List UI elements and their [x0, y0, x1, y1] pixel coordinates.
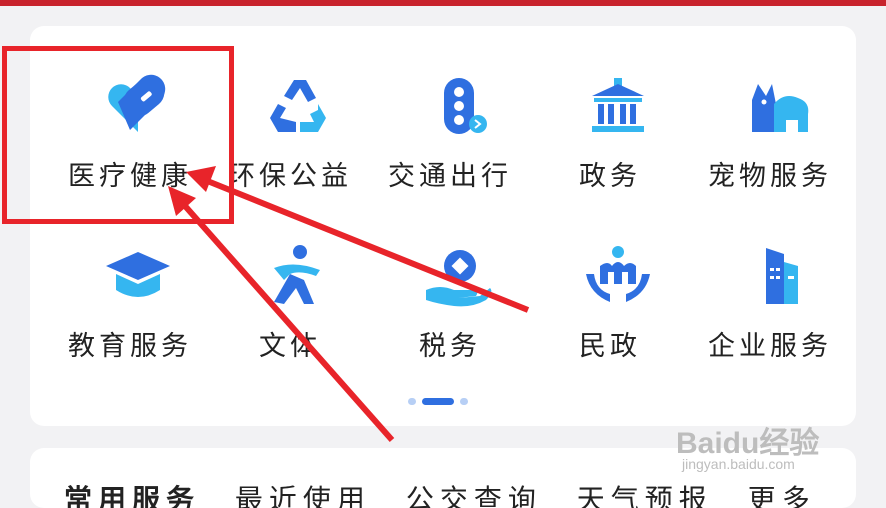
enterprise-building-icon: [766, 248, 798, 304]
government-building-icon: [592, 78, 644, 132]
service-tile-government[interactable]: 政务: [530, 26, 690, 192]
civil-affairs-icon: [586, 246, 650, 302]
page-dot[interactable]: [408, 398, 416, 405]
service-label: 政务: [579, 161, 641, 192]
service-label: 教育服务: [68, 331, 192, 362]
service-tile-civil-affairs[interactable]: 民政: [530, 196, 690, 362]
page-dot-active[interactable]: [422, 398, 454, 405]
service-tile-transport[interactable]: 交通出行: [370, 26, 530, 192]
tax-coin-hand-icon: [426, 250, 492, 307]
service-label: 税务: [419, 331, 481, 362]
service-label: 交通出行: [388, 161, 512, 192]
common-services-row: 常用服务 最近使用 公交查询 天气预报 更多: [64, 478, 816, 508]
page-dot[interactable]: [460, 398, 468, 405]
service-label: 企业服务: [708, 331, 832, 362]
watermark-url: jingyan.baidu.com: [682, 456, 795, 472]
service-tile-enterprise[interactable]: 企业服务: [690, 196, 850, 362]
pet-icon: [752, 84, 809, 132]
top-banner: [0, 0, 886, 6]
service-tile-tax[interactable]: 税务: [370, 196, 530, 362]
annotation-highlight-box: [2, 46, 234, 224]
service-tile-environment[interactable]: 环保公益: [210, 26, 370, 192]
service-label: 宠物服务: [708, 161, 832, 192]
sports-runner-icon: [274, 245, 320, 304]
service-label: 民政: [579, 331, 641, 362]
service-label: 文体: [259, 331, 321, 362]
baidu-jingyan-watermark: Baidu经验 jingyan.baidu.com: [676, 418, 876, 478]
service-tile-culture-sports[interactable]: 文体: [210, 196, 370, 362]
graduation-cap-icon: [106, 252, 170, 297]
traffic-light-icon: [444, 78, 487, 134]
service-tile-pet[interactable]: 宠物服务: [690, 26, 850, 192]
recycle-icon: [270, 80, 326, 132]
